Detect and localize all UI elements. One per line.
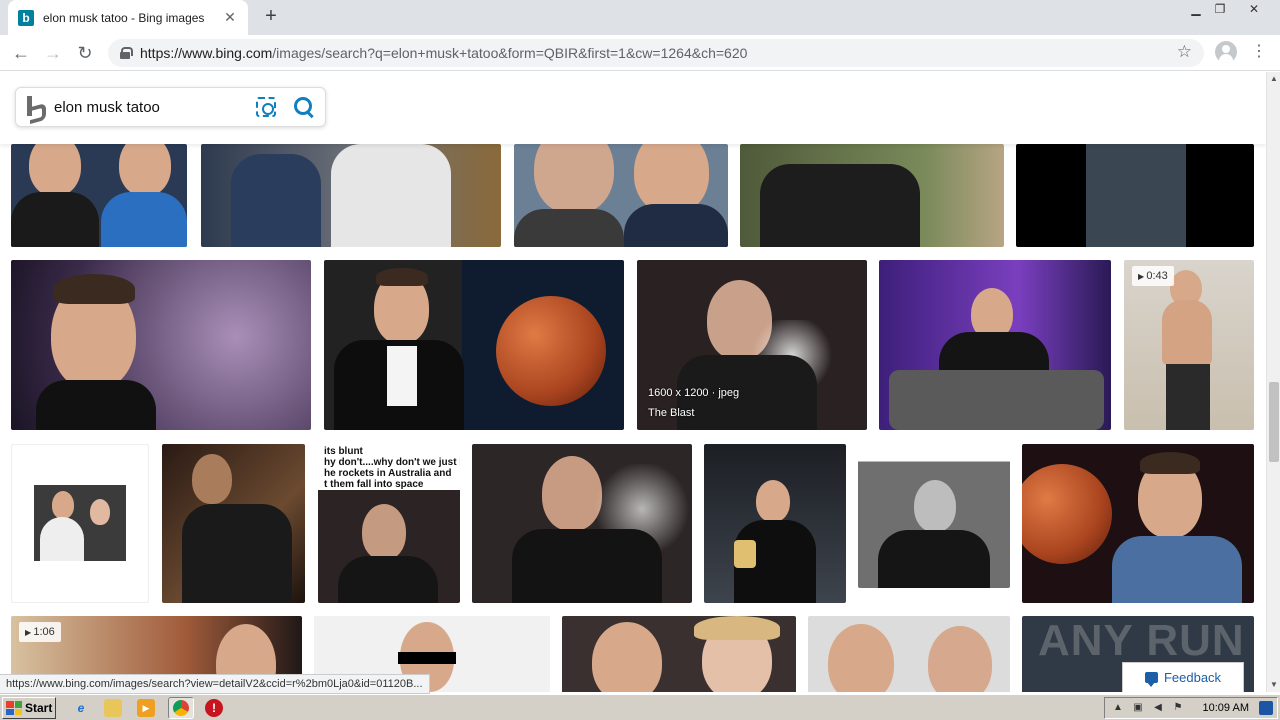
tab-strip: b elon musk tatoo - Bing images ✕ + ▁ ❐ …	[0, 0, 1280, 35]
search-input[interactable]	[54, 98, 255, 116]
image-result[interactable]	[11, 444, 149, 603]
start-label: Start	[25, 701, 53, 715]
address-bar[interactable]: https://www.bing.com/images/search?q=elo…	[108, 39, 1204, 67]
close-window-icon[interactable]: ✕	[1242, 0, 1266, 20]
url-text: https://www.bing.com/images/search?q=elo…	[140, 45, 748, 61]
bookmark-star-icon[interactable]: ☆	[1177, 42, 1192, 62]
clock: 10:09 AM	[1202, 702, 1249, 714]
flag-icon[interactable]: ⚑	[1171, 701, 1185, 715]
close-tab-icon[interactable]: ✕	[222, 9, 238, 26]
image-result[interactable]	[514, 144, 728, 247]
windows-logo-icon	[6, 701, 22, 715]
image-source-label: The Blast	[648, 407, 695, 419]
minimize-icon[interactable]: ▁	[1184, 0, 1208, 20]
windows-taskbar: Start e ▶ ! ▲ ▣ ◀ ⚑ 10:09 AM	[0, 694, 1280, 720]
network-icon[interactable]: ▣	[1131, 701, 1145, 715]
visual-search-icon[interactable]	[255, 96, 277, 118]
image-result[interactable]	[472, 444, 692, 603]
scrollbar-thumb[interactable]	[1269, 382, 1279, 462]
video-result[interactable]: 0:43	[1124, 260, 1254, 430]
bing-logo-icon[interactable]	[26, 96, 42, 118]
image-result[interactable]	[11, 260, 311, 430]
image-result[interactable]	[858, 444, 1010, 588]
tab-title: elon musk tatoo - Bing images	[43, 10, 205, 25]
new-tab-button[interactable]: +	[260, 5, 282, 27]
search-header	[0, 72, 1266, 144]
chrome-icon	[173, 700, 189, 716]
image-result[interactable]: 1600 x 1200 · jpeg The Blast	[637, 260, 867, 430]
scroll-down-icon[interactable]: ▼	[1267, 678, 1280, 692]
image-result[interactable]	[11, 144, 187, 247]
search-box	[15, 87, 326, 127]
image-result[interactable]	[562, 616, 796, 692]
chrome-taskbar-button[interactable]	[168, 697, 194, 719]
feedback-button[interactable]: Feedback	[1122, 662, 1244, 692]
image-result[interactable]: its blunt hy don't....why don't we just …	[318, 444, 460, 603]
tray-expand-icon[interactable]: ▲	[1111, 701, 1125, 715]
image-result[interactable]	[879, 260, 1111, 430]
back-button[interactable]: ←	[8, 40, 34, 66]
lock-icon	[120, 47, 133, 59]
image-result[interactable]	[808, 616, 1010, 692]
browser-menu-icon[interactable]: ⋮	[1251, 44, 1267, 62]
feedback-icon	[1144, 672, 1158, 687]
image-result[interactable]	[704, 444, 846, 603]
reload-button[interactable]: ↻	[72, 40, 98, 66]
image-result[interactable]	[1016, 144, 1254, 247]
system-tray: ▲ ▣ ◀ ⚑ 10:09 AM	[1104, 697, 1278, 719]
ie-icon[interactable]: e	[72, 699, 90, 717]
stop-icon[interactable]: !	[205, 699, 223, 717]
status-bar-url: https://www.bing.com/images/search?view=…	[0, 674, 430, 694]
video-duration-badge: 1:06	[19, 622, 61, 642]
image-dimensions-label: 1600 x 1200 · jpeg	[648, 387, 740, 399]
search-icon[interactable]	[293, 96, 315, 118]
forward-button[interactable]: →	[40, 40, 66, 66]
profile-avatar-icon[interactable]	[1215, 41, 1237, 63]
browser-toolbar: ← → ↻ https://www.bing.com/images/search…	[0, 35, 1280, 71]
tab-bing-images[interactable]: b elon musk tatoo - Bing images ✕	[8, 0, 248, 35]
image-result[interactable]	[1022, 444, 1254, 603]
scroll-up-icon[interactable]: ▲	[1267, 72, 1280, 86]
meme-caption: its blunt hy don't....why don't we just …	[324, 446, 460, 490]
explorer-folder-icon[interactable]	[104, 699, 122, 717]
bing-images-page: 1600 x 1200 · jpeg The Blast 0:43 its bl…	[0, 72, 1266, 692]
volume-icon[interactable]: ◀	[1151, 701, 1165, 715]
image-result[interactable]	[201, 144, 501, 247]
image-result[interactable]	[162, 444, 305, 603]
page-scrollbar[interactable]: ▲ ▼	[1266, 72, 1280, 692]
image-result[interactable]	[740, 144, 1004, 247]
video-duration-badge: 0:43	[1132, 266, 1174, 286]
bing-favicon-icon: b	[18, 9, 34, 26]
action-center-icon[interactable]	[1259, 701, 1273, 715]
start-button[interactable]: Start	[2, 697, 56, 719]
media-player-icon[interactable]: ▶	[137, 699, 155, 717]
image-result[interactable]	[324, 260, 624, 430]
anyrun-watermark: ANY RUN	[1038, 616, 1245, 665]
restore-icon[interactable]: ❐	[1208, 0, 1232, 20]
feedback-label: Feedback	[1163, 670, 1222, 685]
